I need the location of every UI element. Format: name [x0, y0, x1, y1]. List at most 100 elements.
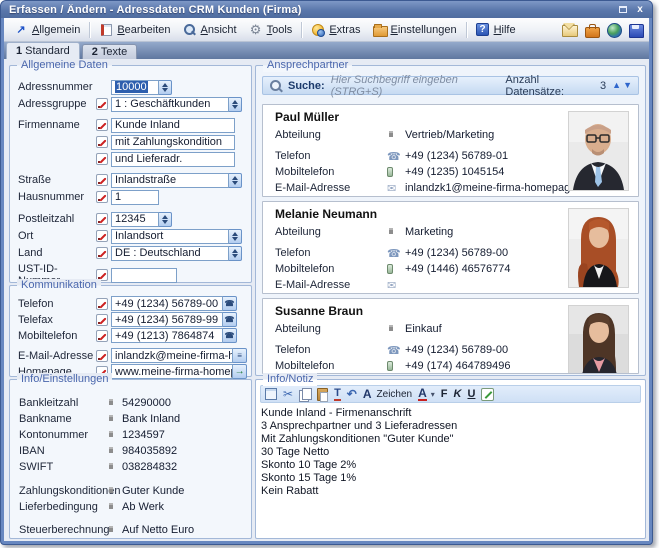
spinner-button[interactable] — [229, 97, 242, 112]
menu-item-einstellungen[interactable]: Einstellungen — [367, 21, 463, 39]
undo-icon[interactable]: ↶ — [347, 387, 357, 401]
underline-button[interactable]: U — [467, 387, 475, 401]
edit-pen-icon[interactable] — [96, 330, 108, 342]
phone-icon: ☎ — [387, 344, 405, 357]
zeichen-label[interactable]: Zeichen — [377, 387, 413, 401]
spinner-button[interactable] — [159, 212, 172, 227]
note-edit-icon[interactable] — [481, 388, 494, 401]
ustid-input[interactable] — [111, 268, 177, 283]
info-value: 1234597 — [122, 429, 165, 441]
menu-item-extras[interactable]: Extras — [305, 21, 366, 39]
bullet-icon — [389, 133, 393, 137]
edit-pen-icon[interactable] — [96, 230, 108, 242]
edit-pen-icon[interactable] — [96, 98, 108, 110]
cut-icon[interactable]: ✂ — [283, 387, 293, 401]
menu-item-hilfe[interactable]: ? Hilfe — [470, 21, 522, 39]
character-icon[interactable]: A — [363, 387, 372, 401]
title-bar[interactable]: Erfassen / Ändern - Adressdaten CRM Kund… — [1, 1, 652, 18]
field-label: Telefon — [18, 298, 96, 310]
tab-number: 1 — [16, 45, 22, 57]
notiz-textarea[interactable]: Kunde Inland - Firmenanschrift 3 Ansprec… — [261, 407, 640, 534]
spinner-button[interactable] — [229, 173, 242, 188]
ort-select[interactable]: Inlandsort — [111, 229, 229, 244]
edit-pen-icon[interactable] — [96, 119, 108, 131]
globe-icon[interactable] — [606, 22, 623, 38]
tab-standard[interactable]: 1 Standard — [6, 42, 80, 59]
contact-search-bar[interactable]: Suche: Hier Suchbegriff eingeben (STRG+S… — [262, 76, 639, 95]
contact-card[interactable]: Susanne Braun Abteilung Einkauf Telefon … — [262, 298, 639, 374]
group-legend: Kommunikation — [17, 279, 101, 292]
firmenname-input-2[interactable]: mit Zahlungskondition — [111, 135, 235, 150]
prev-record-icon[interactable]: ▲ — [612, 81, 621, 90]
bulb-icon — [311, 23, 325, 37]
postleitzahl-select[interactable]: 12345 — [111, 212, 159, 227]
group-info-einstellungen: Info/Einstellungen Bankleitzahl 54290000… — [9, 379, 252, 539]
dial-button[interactable]: ☎ — [223, 296, 237, 311]
edit-pen-icon[interactable] — [96, 314, 108, 326]
info-row: Bankname Bank Inland — [19, 411, 251, 427]
telefax-input[interactable]: +49 (1234) 56789-99 — [111, 312, 223, 327]
hausnummer-input[interactable]: 1 — [111, 190, 159, 205]
close-button[interactable]: x — [633, 4, 647, 16]
chevron-down-icon[interactable]: ▾ — [431, 387, 435, 401]
search-placeholder[interactable]: Hier Suchbegriff eingeben (STRG+S) — [331, 74, 506, 98]
field-row-land: Land DE : Deutschland — [18, 245, 247, 261]
spinner-button[interactable] — [229, 229, 242, 244]
menu-item-allgemein[interactable]: ↗ Allgemein — [8, 21, 86, 39]
edit-pen-icon[interactable] — [96, 247, 108, 259]
menu-item-ansicht[interactable]: Ansicht — [177, 21, 243, 39]
next-record-icon[interactable]: ▼ — [623, 81, 632, 90]
homepage-input[interactable]: www.meine-firma-homepage.de — [111, 364, 233, 379]
paste-icon[interactable] — [317, 388, 328, 401]
menu-item-bearbeiten[interactable]: Bearbeiten — [93, 21, 176, 39]
strasse-select[interactable]: Inlandstraße — [111, 173, 229, 188]
italic-button[interactable]: K — [454, 387, 462, 401]
expand-icon[interactable] — [265, 388, 277, 400]
font-color-button[interactable]: A — [418, 387, 427, 401]
save-icon[interactable] — [628, 22, 645, 38]
spinner-button[interactable] — [229, 246, 242, 261]
edit-pen-icon[interactable] — [96, 213, 108, 225]
edit-pen-icon[interactable] — [96, 298, 108, 310]
edit-pen-icon[interactable] — [96, 136, 108, 148]
font-icon[interactable]: T — [334, 387, 341, 401]
menu-item-tools[interactable]: ⚙ Tools — [243, 21, 299, 39]
mobile-phone-icon — [387, 361, 393, 371]
telefon-input[interactable]: +49 (1234) 56789-00 — [111, 296, 223, 311]
info-value: Ab Werk — [122, 501, 164, 513]
restore-button[interactable] — [616, 4, 630, 16]
open-homepage-button[interactable]: → — [233, 364, 247, 379]
adressgruppe-select[interactable]: 1 : Geschäftkunden — [111, 97, 229, 112]
email-input[interactable]: inlandzk@meine-firma-homepage.de — [111, 348, 233, 363]
mobiltelefon-input[interactable]: +49 (1213) 7864874 — [111, 328, 223, 343]
adressnummer-input[interactable]: 10000 — [111, 80, 159, 95]
land-select[interactable]: DE : Deutschland — [111, 246, 229, 261]
contact-row: Abteilung Marketing — [275, 225, 453, 239]
mail-icon: ✉ — [387, 279, 405, 292]
menu-separator — [301, 22, 302, 38]
phone-icon: ☎ — [387, 150, 405, 163]
copy-icon[interactable] — [299, 388, 311, 400]
dial-button[interactable]: ☎ — [223, 328, 237, 343]
email-menu-button[interactable]: ≡ — [233, 348, 247, 363]
firmenname-input-3[interactable]: und Lieferadr. — [111, 152, 235, 167]
spinner-button[interactable] — [159, 80, 172, 95]
edit-pen-icon[interactable] — [96, 350, 108, 362]
contact-card[interactable]: Paul Müller Abteilung Vertrieb/Marketing… — [262, 104, 639, 197]
dial-button[interactable]: ☎ — [223, 312, 237, 327]
contact-row: Abteilung Einkauf — [275, 322, 442, 336]
info-label: Bankleitzahl — [19, 397, 107, 409]
info-row: SWIFT 038284832 — [19, 459, 251, 475]
mail-compose-icon[interactable] — [562, 22, 579, 38]
field-row-mobiltelefon: Mobiltelefon +49 (1213) 7864874 ☎ — [18, 328, 247, 343]
briefcase-icon[interactable] — [584, 22, 601, 38]
bold-button[interactable]: F — [441, 387, 448, 401]
app-window: Erfassen / Ändern - Adressdaten CRM Kund… — [0, 0, 653, 545]
edit-pen-icon[interactable] — [96, 191, 108, 203]
firmenname-input-1[interactable]: Kunde Inland — [111, 118, 235, 133]
mail-icon: ✉ — [387, 374, 405, 375]
edit-pen-icon[interactable] — [96, 174, 108, 186]
edit-pen-icon[interactable] — [96, 153, 108, 165]
contact-card[interactable]: Melanie Neumann Abteilung Marketing Tele… — [262, 201, 639, 294]
tab-texte[interactable]: 2 Texte — [82, 44, 137, 59]
